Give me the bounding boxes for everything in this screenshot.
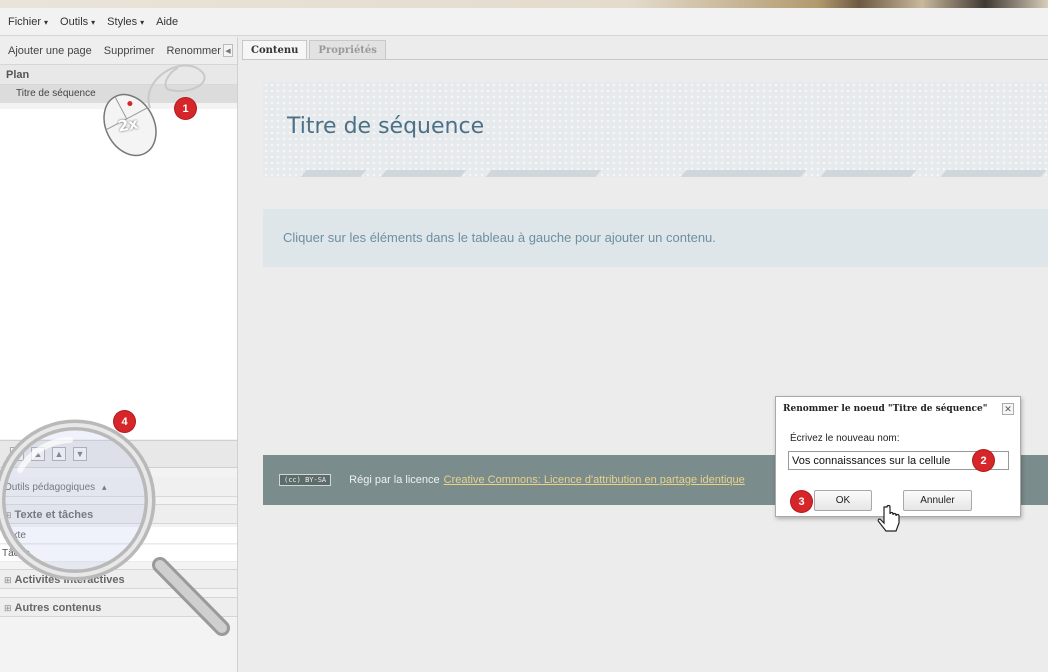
tools-header-label: Outils pédagogiques bbox=[4, 482, 96, 493]
plan-header: Plan bbox=[0, 65, 237, 85]
close-icon[interactable]: ✕ bbox=[1002, 403, 1014, 415]
outline-toolbar: Ajouter une page Supprimer Renommer ◀ bbox=[0, 37, 237, 65]
rename-button[interactable]: Renommer bbox=[167, 45, 221, 57]
tree-item-titre-de-sequence[interactable]: Titre de séquence bbox=[0, 85, 237, 103]
category-autres-contenus[interactable]: ⊞ Autres contenus bbox=[0, 597, 237, 617]
menu-outils[interactable]: Outils ▾ bbox=[60, 16, 95, 28]
cancel-button[interactable]: Annuler bbox=[903, 490, 972, 511]
dialog-title: Renommer le noeud "Titre de séquence" bbox=[783, 404, 988, 414]
chevron-up-icon: ▴ bbox=[101, 482, 107, 492]
tab-bar: Contenu Propriétés bbox=[242, 40, 388, 60]
rename-label: Écrivez le nouveau nom: bbox=[790, 433, 900, 444]
license-link[interactable]: Creative Commons: Licence d'attribution … bbox=[444, 474, 745, 486]
header-decoration bbox=[379, 170, 467, 177]
category-label: Activités interactives bbox=[14, 574, 125, 586]
license-text: Régi par la licence bbox=[349, 474, 440, 486]
move-down-icon[interactable]: ▼ bbox=[73, 447, 87, 461]
menu-styles[interactable]: Styles ▾ bbox=[107, 16, 144, 28]
move-toolbar: ⤒ ▲ ▲ ▼ bbox=[0, 440, 237, 468]
move-top-icon[interactable]: ⤒ bbox=[10, 447, 24, 461]
step-badge-1: 1 bbox=[175, 98, 196, 119]
ok-button[interactable]: OK bbox=[814, 490, 872, 511]
header-decoration bbox=[679, 170, 807, 177]
delete-button[interactable]: Supprimer bbox=[104, 45, 155, 57]
step-badge-2: 2 bbox=[973, 450, 994, 471]
chevron-down-icon: ▾ bbox=[44, 17, 49, 27]
collapse-panel-icon[interactable]: ◀ bbox=[223, 44, 233, 57]
category-activites-interactives[interactable]: ⊞ Activités interactives bbox=[0, 569, 237, 589]
cc-license-icon: (cc) BY-SA bbox=[279, 474, 332, 486]
menu-fichier[interactable]: Fichier ▾ bbox=[8, 16, 48, 28]
tab-divider bbox=[242, 59, 1048, 60]
header-decoration bbox=[299, 170, 367, 177]
header-decoration bbox=[939, 170, 1047, 177]
tool-item-texte[interactable]: Texte bbox=[0, 527, 237, 544]
step-badge-4: 4 bbox=[114, 411, 135, 432]
add-page-button[interactable]: Ajouter une page bbox=[8, 45, 92, 57]
top-decorative-strip bbox=[0, 0, 1048, 8]
menu-label: Outils bbox=[60, 15, 89, 28]
tool-item-tache[interactable]: Tâche bbox=[0, 545, 237, 562]
category-label: Texte et tâches bbox=[14, 509, 94, 521]
sequence-header: Titre de séquence bbox=[263, 82, 1048, 177]
tools-header[interactable]: Outils pédagogiques ▴ bbox=[0, 477, 237, 497]
menu-label: Fichier bbox=[8, 15, 42, 28]
outline-tree-area bbox=[0, 109, 237, 439]
tab-proprietes[interactable]: Propriétés bbox=[309, 40, 386, 60]
double-click-label: 2x bbox=[116, 114, 140, 136]
chevron-down-icon: ▾ bbox=[140, 17, 145, 27]
menubar: Fichier ▾ Outils ▾ Styles ▾ Aide bbox=[0, 8, 1048, 36]
menu-label: Aide bbox=[156, 15, 179, 28]
move-up-alt-icon[interactable]: ▲ bbox=[52, 447, 66, 461]
header-decoration bbox=[484, 170, 602, 177]
header-decoration bbox=[819, 170, 917, 177]
expand-icon: ⊞ bbox=[4, 510, 12, 520]
step-badge-3: 3 bbox=[791, 491, 812, 512]
chevron-down-icon: ▾ bbox=[91, 17, 96, 27]
menu-label: Styles bbox=[107, 15, 138, 28]
page-title: Titre de séquence bbox=[287, 114, 485, 139]
instruction-box: Cliquer sur les éléments dans le tableau… bbox=[263, 209, 1048, 267]
tab-contenu[interactable]: Contenu bbox=[242, 40, 308, 60]
expand-icon: ⊞ bbox=[4, 603, 12, 613]
left-panel-footer bbox=[0, 620, 237, 672]
move-up-icon[interactable]: ▲ bbox=[31, 447, 45, 461]
menu-aide[interactable]: Aide bbox=[156, 16, 178, 28]
expand-icon: ⊞ bbox=[4, 575, 12, 585]
category-texte-et-taches[interactable]: ⊞ Texte et tâches bbox=[0, 504, 237, 524]
category-label: Autres contenus bbox=[14, 602, 102, 614]
